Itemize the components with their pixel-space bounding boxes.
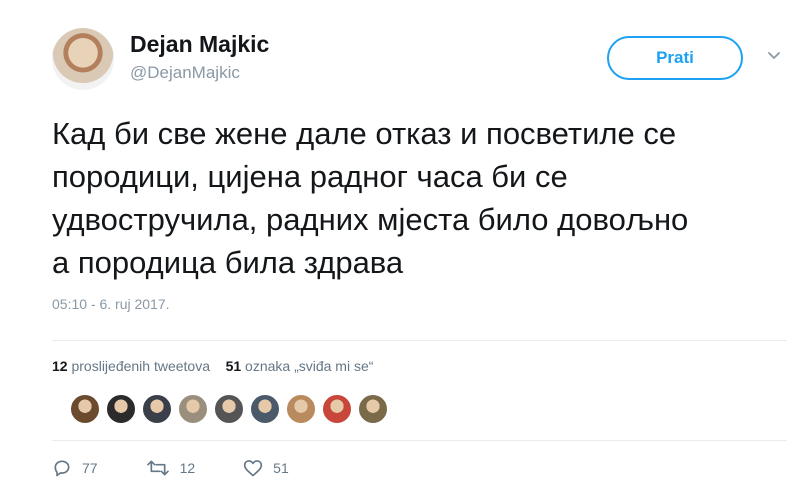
liker-avatar-4[interactable] — [178, 394, 208, 424]
liker-avatar-8[interactable] — [322, 394, 352, 424]
retweets-stat[interactable]: 12 proslijeđenih tweetova — [52, 358, 210, 374]
like-count: 51 — [273, 460, 289, 476]
tweet-stats: 12 proslijeđenih tweetova 51 oznaka „svi… — [52, 358, 373, 374]
retweets-count: 12 — [52, 358, 68, 374]
chevron-down-icon[interactable] — [766, 48, 782, 64]
reply-icon — [54, 460, 70, 477]
likes-stat[interactable]: 51 oznaka „sviđa mi se“ — [226, 358, 374, 374]
liker-avatar-2[interactable] — [106, 394, 136, 424]
display-name[interactable]: Dejan Majkic — [130, 31, 269, 58]
follow-button[interactable]: Prati — [607, 36, 743, 80]
divider — [52, 440, 787, 441]
likes-count: 51 — [225, 358, 242, 374]
likes-label: oznaka „sviđa mi se“ — [245, 358, 374, 374]
reply-button[interactable]: 77 — [52, 458, 98, 478]
heart-icon — [243, 460, 263, 477]
tweet-actions: 77 12 51 — [52, 458, 337, 478]
liker-avatar-5[interactable] — [214, 394, 244, 424]
liker-avatar-9[interactable] — [358, 394, 388, 424]
like-button[interactable]: 51 — [243, 458, 289, 478]
retweet-icon — [146, 460, 169, 476]
tweet-text: Кад би све жене дале отказ и посветиле с… — [52, 116, 689, 280]
divider — [52, 340, 787, 341]
tweet-timestamp[interactable]: 05:10 - 6. ruj 2017. — [52, 296, 170, 312]
liker-avatar-1[interactable] — [70, 394, 100, 424]
retweets-label: proslijeđenih tweetova — [71, 358, 210, 374]
retweet-button[interactable]: 12 — [146, 458, 196, 478]
liker-avatar-6[interactable] — [250, 394, 280, 424]
liker-avatar-3[interactable] — [142, 394, 172, 424]
retweet-count: 12 — [179, 460, 196, 476]
reply-count: 77 — [82, 460, 98, 476]
avatar[interactable] — [52, 28, 114, 90]
user-handle[interactable]: @DejanMajkic — [130, 63, 240, 83]
liker-avatars — [70, 394, 394, 424]
liker-avatar-7[interactable] — [286, 394, 316, 424]
